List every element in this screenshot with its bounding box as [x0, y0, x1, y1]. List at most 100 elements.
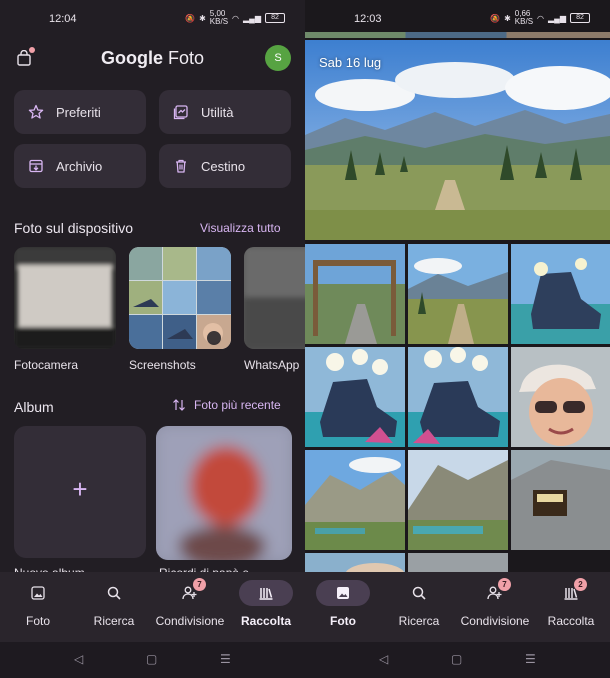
nav-photos-label: Foto [330, 614, 356, 628]
home-icon[interactable]: ▢ [451, 652, 462, 666]
back-icon[interactable]: ◁ [379, 652, 388, 666]
star-icon [28, 104, 44, 119]
status-icons: 🔕 ✱ 0,66 KB/S ◠ ▂▄▆ 82 [490, 10, 590, 26]
bluetooth-icon: ✱ [504, 13, 511, 23]
boot-daisies-image [305, 347, 405, 447]
lake-image [305, 450, 405, 550]
avatar[interactable]: S [265, 45, 291, 71]
favorites-label: Preferiti [56, 104, 101, 120]
nav-library[interactable]: 2 Raccolta [533, 578, 609, 628]
photos-screen: 12:03 🔕 ✱ 0,66 KB/S ◠ ▂▄▆ 82 Sab 16 lug … [305, 0, 610, 678]
nav-library-label: Raccolta [240, 614, 292, 628]
photo-gate[interactable] [305, 244, 405, 344]
app-title-google: Google [100, 48, 163, 68]
search-icon [412, 586, 426, 600]
panorama-image [305, 40, 610, 240]
status-icons: 🔕 ✱ 5,00 KB/S ◠ ▂▄▆ 82 [185, 10, 285, 26]
album-section-title: Album [14, 399, 54, 415]
photo-icon [337, 587, 349, 599]
whatsapp-photo-image [244, 247, 305, 349]
album-thumbnail[interactable] [156, 426, 292, 560]
photo-boot-2[interactable] [305, 347, 405, 447]
date-header: Sab 16 lug [319, 55, 382, 70]
device-photos-title: Foto sul dispositivo [14, 220, 134, 236]
home-icon[interactable]: ▢ [146, 652, 157, 666]
network-speed: 0,66 KB/S [514, 9, 534, 26]
bottom-navigation: Foto Ricerca 7 Condivisione Raccolta [0, 572, 305, 642]
sort-albums-button[interactable]: Foto più recente [172, 398, 281, 412]
screenshots-folder-thumbnail[interactable] [129, 247, 231, 349]
camera-photo-image [14, 247, 116, 349]
recents-icon[interactable]: ☰ [525, 652, 536, 666]
nav-photos-pill [316, 580, 370, 606]
utilities-label: Utilità [201, 104, 234, 120]
archive-button[interactable]: Archivio [14, 144, 146, 188]
app-title-foto: Foto [167, 48, 205, 68]
network-speed: 5,00 KB/S [209, 9, 229, 26]
whatsapp-folder-thumbnail[interactable] [244, 247, 305, 349]
previous-photos-strip[interactable] [305, 32, 610, 38]
photo-trail[interactable] [408, 244, 508, 344]
archive-label: Archivio [56, 158, 103, 174]
rock-sign-image [511, 450, 610, 550]
search-icon [107, 586, 121, 600]
photo-sign[interactable] [511, 450, 610, 550]
nav-sharing-label: Condivisione [460, 614, 530, 628]
utilities-button[interactable]: Utilità [159, 90, 291, 134]
camera-folder-thumbnail[interactable] [14, 247, 116, 349]
new-album-button[interactable]: + [14, 426, 146, 558]
nav-sharing[interactable]: 7 Condivisione [152, 578, 228, 628]
nav-library-pill: 2 [544, 578, 598, 606]
trash-label: Cestino [201, 158, 246, 174]
status-bar: 12:03 🔕 ✱ 0,66 KB/S ◠ ▂▄▆ 82 [305, 0, 610, 36]
nav-sharing[interactable]: 7 Condivisione [457, 578, 533, 628]
nav-photos[interactable]: Foto [305, 580, 381, 628]
photo-boot-3[interactable] [408, 347, 508, 447]
gate-image [305, 244, 405, 344]
status-time: 12:04 [49, 13, 77, 25]
sort-icon [173, 399, 185, 411]
status-time: 12:03 [354, 13, 382, 25]
back-icon[interactable]: ◁ [74, 652, 83, 666]
boot-daisies-image-2 [408, 347, 508, 447]
battery-icon: 82 [265, 13, 285, 23]
boot-image [511, 244, 610, 344]
photo-lake-1[interactable] [305, 450, 405, 550]
nav-search-label: Ricerca [93, 614, 135, 628]
screenshots-collage-image [129, 247, 231, 349]
nav-library[interactable]: Raccolta [228, 580, 304, 628]
system-navigation: ◁ ▢ ☰ [0, 642, 305, 678]
whatsapp-folder-label: WhatsApp [244, 358, 300, 372]
view-all-link[interactable]: Visualizza tutto [200, 221, 281, 235]
camera-folder-label: Fotocamera [14, 358, 79, 372]
nav-search-pill [392, 580, 446, 606]
nav-search[interactable]: Ricerca [76, 580, 152, 628]
nav-photos[interactable]: Foto [0, 580, 76, 628]
photo-lake-2[interactable] [408, 450, 508, 550]
battery-icon: 82 [570, 13, 590, 23]
screenshots-folder-label: Screenshots [129, 358, 196, 372]
photo-icon [31, 586, 45, 600]
system-navigation: ◁ ▢ ☰ [305, 642, 610, 678]
mute-icon: 🔕 [490, 13, 501, 23]
photo-boot-1[interactable] [511, 244, 610, 344]
signal-icon: ▂▄▆ [243, 13, 261, 23]
favorites-button[interactable]: Preferiti [14, 90, 146, 134]
nav-photos-label: Foto [25, 614, 50, 628]
recents-icon[interactable]: ☰ [220, 652, 231, 666]
wifi-icon: ◠ [537, 13, 545, 23]
wifi-icon: ◠ [232, 13, 240, 23]
nav-search[interactable]: Ricerca [381, 580, 457, 628]
nav-library-label: Raccolta [547, 614, 595, 628]
trash-button[interactable]: Cestino [159, 144, 291, 188]
sharing-badge: 7 [193, 578, 206, 591]
trash-icon [176, 159, 186, 173]
panorama-photo[interactable]: Sab 16 lug [305, 40, 610, 240]
bluetooth-icon: ✱ [199, 13, 206, 23]
photo-selfie[interactable] [511, 347, 610, 447]
utility-icon [173, 105, 188, 120]
selfie-image [511, 347, 610, 447]
mute-icon: 🔕 [185, 13, 196, 23]
library-badge: 2 [574, 578, 587, 591]
nav-sharing-pill: 7 [468, 578, 522, 606]
